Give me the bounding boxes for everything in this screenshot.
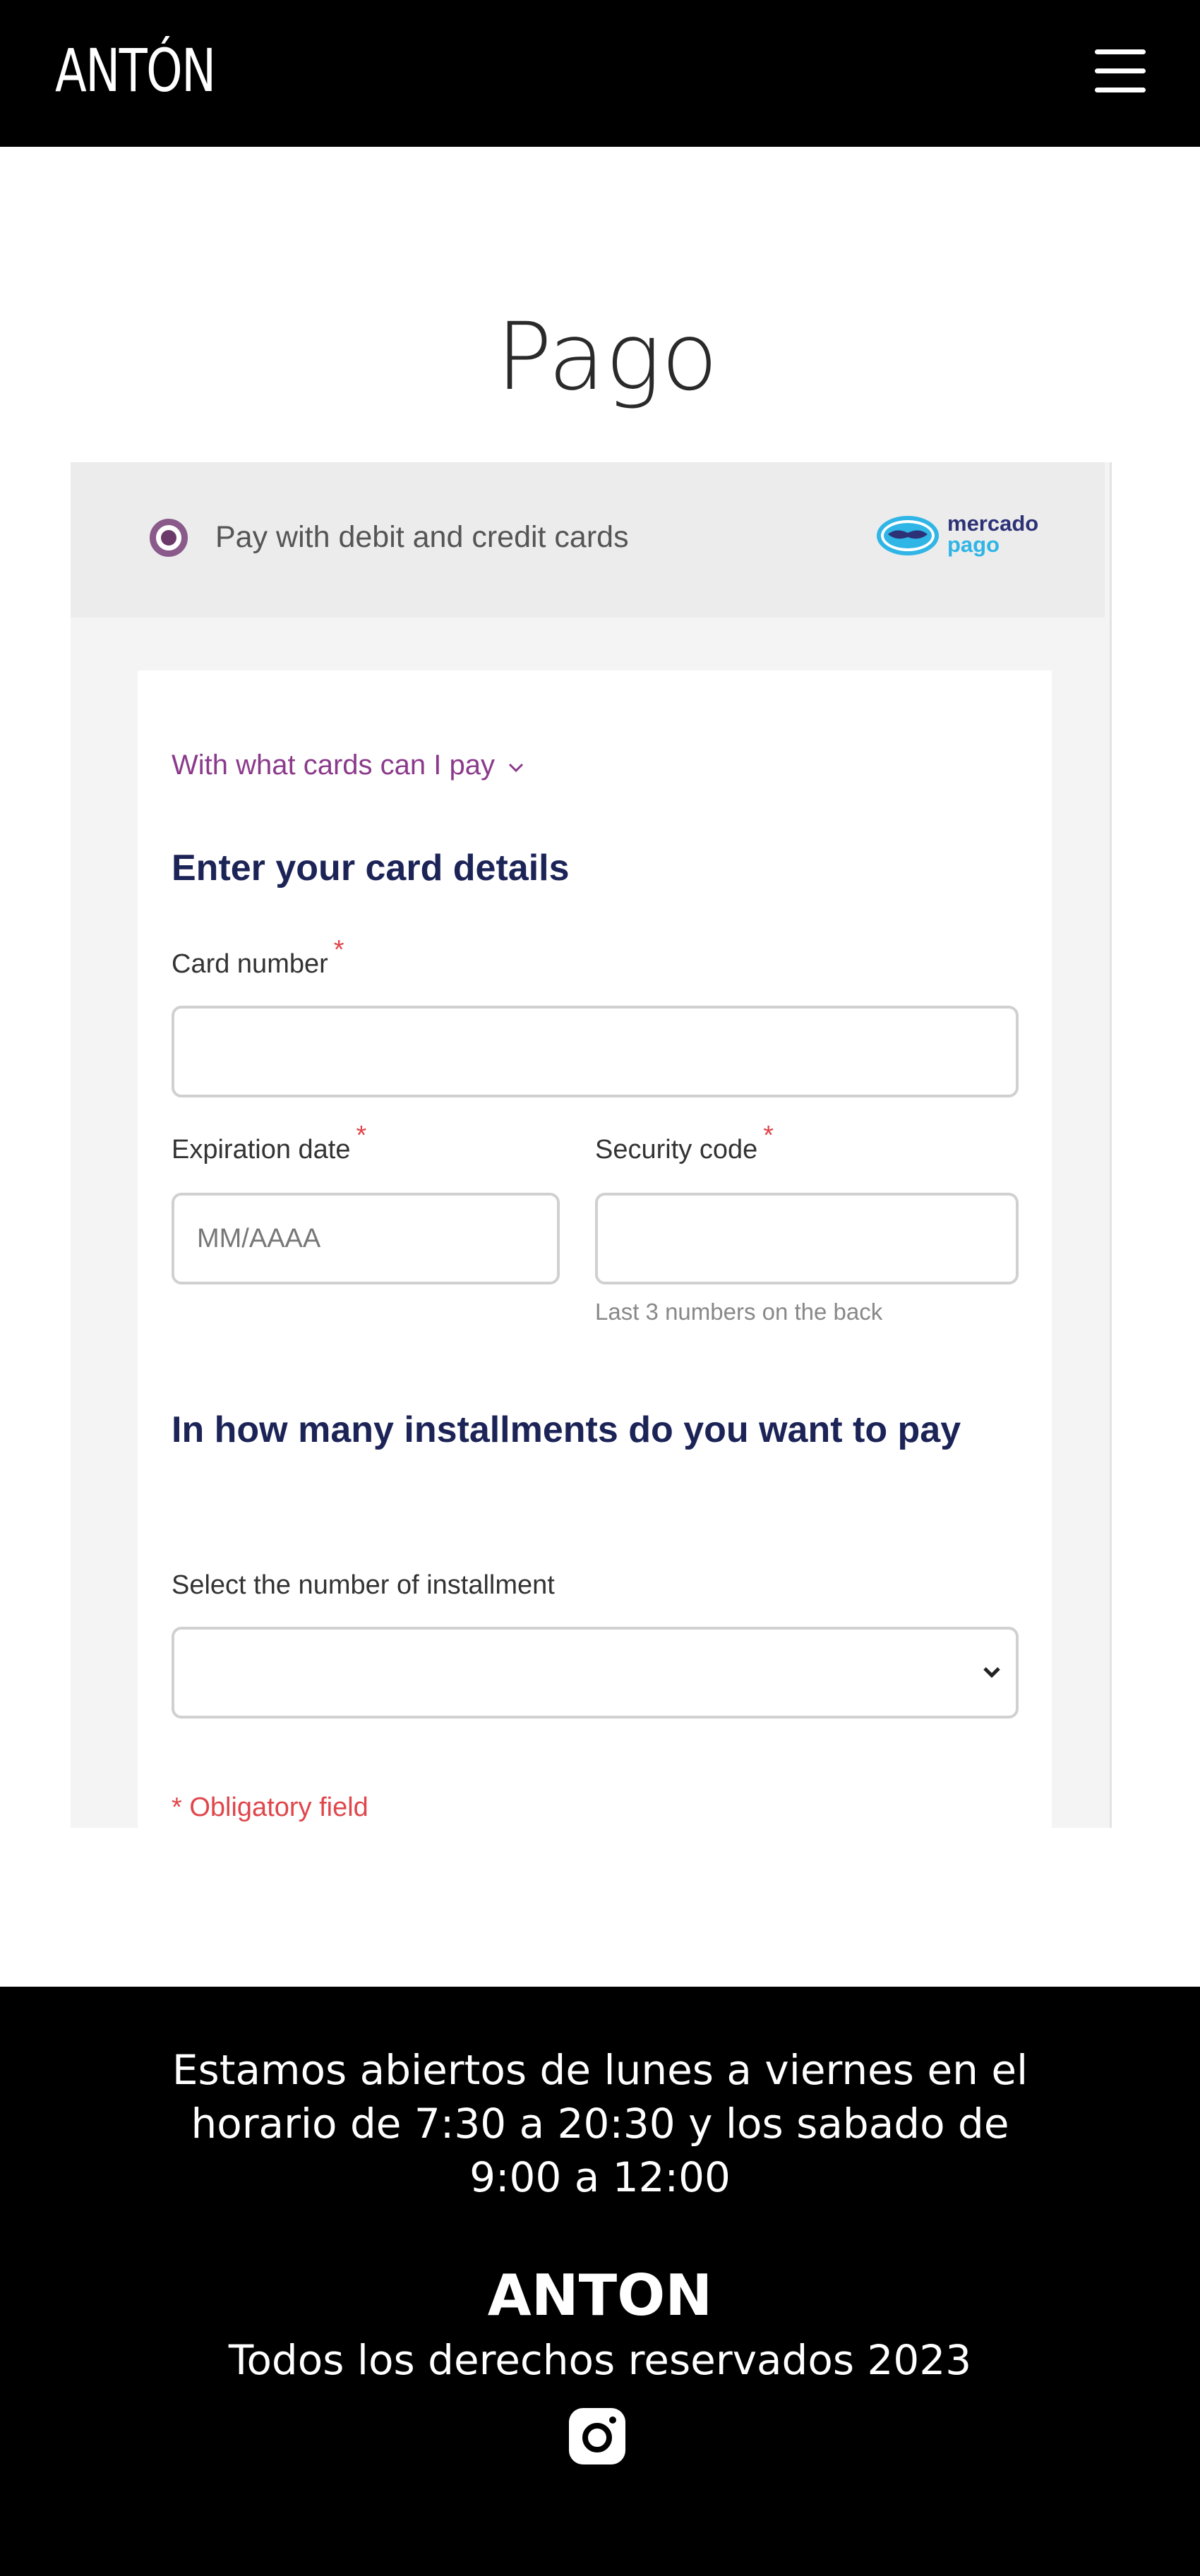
card-details-heading: Enter your card details [172, 848, 570, 889]
payment-form-image: Pay with debit and credit cards mercado … [71, 462, 1112, 1828]
obligatory-field-note: * Obligatory field [172, 1793, 368, 1822]
instagram-icon[interactable] [568, 2407, 627, 2466]
page-title: Pago [496, 303, 719, 411]
handshake-icon [877, 516, 939, 555]
site-logo[interactable]: ANTÓN [55, 41, 216, 100]
expiration-date-input[interactable] [172, 1193, 560, 1284]
logo-word-bottom: pago [947, 532, 1000, 557]
logo-word-top: mercado [947, 511, 1039, 536]
site-footer: Estamos abiertos de lunes a viernes en e… [0, 1987, 1200, 2576]
payment-option-header: Pay with debit and credit cards mercado … [71, 462, 1105, 618]
menu-line [1095, 68, 1146, 73]
expiration-date-label-text: Expiration date [172, 1135, 351, 1164]
expiration-date-label: Expiration date * [172, 1121, 366, 1165]
chevron-down-icon [509, 763, 524, 773]
required-mark: * [763, 1121, 774, 1150]
installments-label: Select the number of installment [172, 1570, 555, 1600]
installments-heading: In how many installments do you want to … [172, 1409, 961, 1450]
top-navbar: ANTÓN [0, 0, 1200, 147]
required-mark: * [333, 935, 344, 965]
mercado-pago-logo: mercado pago [875, 511, 1052, 562]
hamburger-menu-icon[interactable] [1091, 44, 1150, 99]
card-number-input[interactable] [172, 1006, 1019, 1097]
menu-line [1095, 49, 1146, 54]
copyright-text: Todos los derechos reservados 2023 [228, 2336, 972, 2384]
mercado-pago-text: mercado pago [947, 511, 1039, 557]
card-details-panel: With what cards can I pay Enter your car… [138, 670, 1052, 1828]
security-code-input[interactable] [595, 1193, 1019, 1284]
security-code-label: Security code * [595, 1121, 774, 1165]
security-code-hint: Last 3 numbers on the back [595, 1299, 883, 1325]
card-number-label-text: Card number [172, 949, 328, 979]
accepted-cards-link[interactable]: With what cards can I pay [172, 750, 525, 781]
opening-hours-text: Estamos abiertos de lunes a viernes en e… [172, 2046, 1028, 2201]
payment-option-label: Pay with debit and credit cards [215, 520, 629, 554]
chevron-down-icon [983, 1667, 1000, 1678]
accepted-cards-link-text: With what cards can I pay [172, 750, 495, 781]
menu-line [1095, 88, 1146, 92]
required-mark: * [356, 1121, 367, 1150]
payment-option-radio[interactable] [150, 519, 188, 557]
card-number-label: Card number * [172, 935, 344, 980]
installments-select[interactable] [172, 1627, 1019, 1719]
footer-brand: ANTON [487, 2263, 713, 2328]
security-code-label-text: Security code [595, 1135, 758, 1164]
